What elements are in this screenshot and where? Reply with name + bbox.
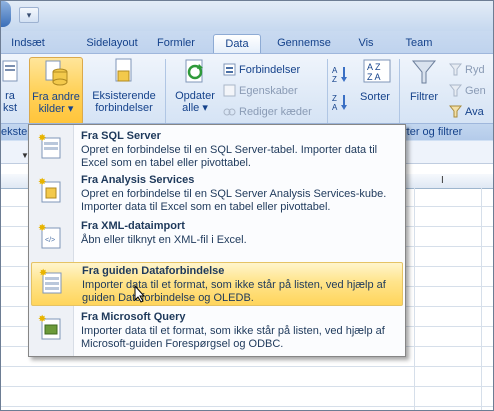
reapply-filter-icon [448,84,463,97]
column-header-i[interactable]: I [441,175,444,186]
svg-text:A Z: A Z [367,62,381,72]
svg-text:Z: Z [332,94,337,103]
menu-item-sql-server[interactable]: ✸ Fra SQL Server Opret en forbindelse ti… [31,128,401,169]
office-button-edge[interactable] [1,1,11,27]
microsoft-query-icon: ✸ [38,313,64,341]
edit-links-icon [223,105,236,118]
svg-text:Z: Z [332,75,337,83]
quick-access-toolbar: ▾ [1,1,493,31]
sql-server-icon: ✸ [38,132,64,160]
properties-icon [223,84,236,97]
grid-line [481,188,482,410]
group-label-get-external-data: ekste [1,126,28,138]
menu-item-microsoft-query[interactable]: ✸ Fra Microsoft Query Importer data til … [31,309,401,351]
existing-connections-button[interactable]: Eksisterende forbindelser [89,57,159,114]
sort-za-icon[interactable]: ZA [332,93,352,114]
svg-text:✸: ✸ [38,177,46,188]
from-text-button[interactable]: ra kst [1,57,21,114]
menu-item-data-connection-wizard[interactable]: ✸ Fra guiden Dataforbindelse Importer da… [31,262,403,306]
tab-data[interactable]: Data [213,34,261,54]
connections-icon [223,63,236,76]
sort-dialog-icon: A ZZ A [362,57,391,87]
tab-gennemse[interactable]: Gennemse [273,34,335,53]
sort-az-icon[interactable]: AZ [332,65,352,86]
tab-vis[interactable]: Vis [351,34,381,53]
tab-indsaet[interactable]: Indsæt [3,34,53,53]
menu-item-analysis-services[interactable]: ✸ Fra Analysis Services Opret en forbind… [31,172,401,214]
grid-line [414,188,415,410]
mouse-pointer-icon [134,284,146,306]
refresh-all-button[interactable]: Opdater alle ▾ [171,57,219,114]
clear-filter-button[interactable]: Ryd [448,61,485,79]
tab-team[interactable]: Team [399,34,439,53]
text-file-icon [1,57,25,87]
advanced-filter-icon [448,105,463,118]
data-connection-wizard-icon: ✸ [39,267,65,295]
svg-text:✸: ✸ [38,133,46,144]
existing-connections-icon [111,57,137,87]
svg-text:Z A: Z A [367,72,381,82]
reapply-filter-button[interactable]: Gen [448,82,486,100]
filter-button[interactable]: Filtrer [404,57,444,103]
grid-line [1,406,493,407]
from-other-sources-menu: ✸ Fra SQL Server Opret en forbindelse ti… [28,124,406,357]
svg-text:✸: ✸ [38,223,46,234]
from-other-sources-button[interactable]: Fra andre kilder ▾ [29,57,83,125]
svg-text:A: A [332,103,338,111]
svg-text:A: A [332,66,338,75]
funnel-icon [411,57,437,87]
svg-text:✸: ✸ [38,314,46,325]
svg-text:</>: </> [45,237,55,244]
menu-item-xml-import[interactable]: </> ✸ Fra XML-dataimport Åbn eller tilkny… [31,218,401,252]
tab-formler[interactable]: Formler [150,34,202,53]
refresh-icon [182,57,208,87]
group-label-sort-filter: rter og filtrer [403,126,463,138]
xml-import-icon: </> ✸ [38,222,64,250]
tab-sidelayout[interactable]: Sidelayout [79,34,145,53]
edit-links-button[interactable]: Rediger kæder [223,103,312,121]
clear-filter-icon [448,63,463,76]
customize-qat-arrow-icon[interactable]: ▾ [19,7,39,23]
grid-line [1,386,493,387]
properties-button[interactable]: Egenskaber [223,82,298,100]
other-sources-icon [43,58,69,88]
excel-window: ▾ Indsæt Sidelayout Formler Data Gennems… [0,0,494,411]
sort-button[interactable]: A ZZ A Sorter [355,57,395,103]
svg-text:✸: ✸ [39,268,47,279]
ribbon-tabs: Indsæt Sidelayout Formler Data Gennemse … [1,31,493,54]
connections-button[interactable]: Forbindelser [223,61,300,79]
advanced-filter-button[interactable]: Ava [448,103,484,121]
grid-line [1,366,493,367]
analysis-services-icon: ✸ [38,176,64,204]
